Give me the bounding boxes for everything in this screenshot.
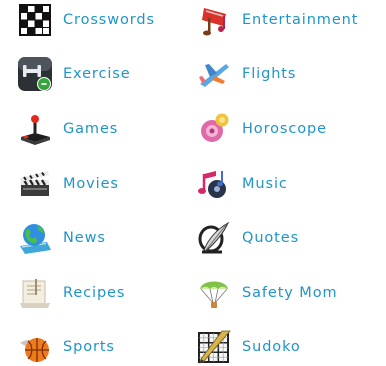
- category-label: Sports: [63, 339, 115, 355]
- category-link-movies[interactable]: Movies: [17, 166, 119, 202]
- category-label: Exercise: [63, 66, 131, 82]
- category-link-recipes[interactable]: Recipes: [17, 275, 125, 311]
- category-label: Entertainment: [242, 12, 359, 28]
- category-grid: Crosswords Entertainment Exercise Flight…: [0, 0, 386, 366]
- basketball-icon: [20, 338, 49, 362]
- category-link-exercise[interactable]: Exercise: [17, 56, 131, 92]
- crossword-grid-icon: [19, 4, 51, 36]
- category-link-safety-mom[interactable]: Safety Mom: [196, 275, 338, 311]
- clapperboard-icon: [20, 171, 49, 196]
- category-link-sudoko[interactable]: Sudoko: [196, 329, 301, 365]
- music-notes-icon: [198, 171, 226, 198]
- category-label: Recipes: [63, 285, 126, 301]
- category-label: Quotes: [242, 230, 300, 246]
- category-label: Flights: [242, 66, 297, 82]
- category-link-sports[interactable]: Sports: [17, 329, 115, 365]
- exercise-icon: [18, 57, 52, 91]
- category-link-games[interactable]: Games: [17, 111, 118, 147]
- sudoku-grid-icon: [198, 330, 231, 364]
- category-link-entertainment[interactable]: Entertainment: [196, 2, 358, 38]
- joystick-icon: [21, 115, 50, 145]
- category-link-horoscope[interactable]: Horoscope: [196, 111, 327, 147]
- category-label: Crosswords: [63, 12, 155, 28]
- entertainment-icon: [202, 8, 226, 36]
- globe-news-icon: [20, 224, 51, 254]
- category-link-crosswords[interactable]: Crosswords: [17, 2, 155, 38]
- parachute-icon: [200, 281, 228, 308]
- quill-pen-icon: [198, 221, 230, 254]
- category-label: Games: [63, 121, 119, 137]
- category-link-flights[interactable]: Flights: [196, 56, 296, 92]
- category-label: Safety Mom: [242, 285, 338, 301]
- horoscope-icon: [201, 113, 229, 142]
- category-label: News: [63, 230, 106, 246]
- category-label: Horoscope: [242, 121, 327, 137]
- category-label: Sudoko: [242, 339, 301, 355]
- category-link-news[interactable]: News: [17, 220, 106, 256]
- airplane-icon: [199, 64, 229, 87]
- category-link-quotes[interactable]: Quotes: [196, 220, 299, 256]
- category-label: Music: [242, 176, 288, 192]
- recipe-card-icon: [20, 279, 50, 308]
- category-label: Movies: [63, 176, 119, 192]
- category-link-music[interactable]: Music: [196, 166, 288, 202]
